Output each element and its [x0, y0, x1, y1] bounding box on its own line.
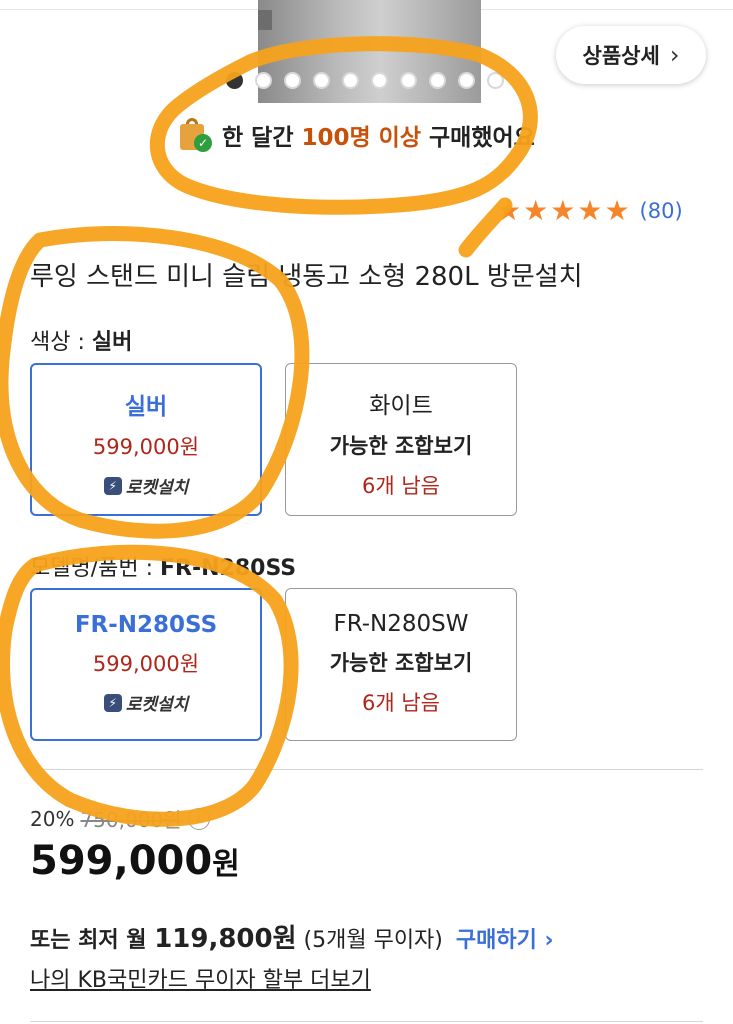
carousel-dot[interactable] — [226, 72, 243, 89]
product-detail-label: 상품상세 — [582, 44, 660, 68]
option-name: 화이트 — [369, 393, 433, 419]
star-icon: ★ — [604, 194, 630, 227]
option-name: FR-N280SS — [74, 612, 218, 638]
option-name: FR-N280SW — [333, 611, 469, 637]
review-count[interactable]: (80) — [640, 199, 683, 223]
carousel-dot[interactable] — [342, 72, 359, 89]
option-color-silver[interactable]: 실버 599,000원 ⚡ 로켓설치 — [30, 363, 262, 516]
chevron-right-icon: › — [669, 41, 680, 69]
carousel-dot[interactable] — [458, 72, 475, 89]
carousel-dot[interactable] — [313, 72, 330, 89]
carousel-dot[interactable] — [429, 72, 446, 89]
purchase-count-prefix: 한 달간 — [222, 125, 302, 151]
rocket-icon: ⚡ — [103, 476, 122, 495]
carousel-dot[interactable] — [487, 72, 504, 89]
star-icon: ★ — [577, 194, 603, 227]
final-price: 599,000원 — [30, 838, 240, 884]
option-model-fr-n280sw[interactable]: FR-N280SW 가능한 조합보기 6개 남음 — [285, 588, 517, 741]
carousel-dot[interactable] — [371, 72, 388, 89]
original-price: 750,000원 — [80, 808, 182, 832]
info-icon[interactable]: i — [187, 807, 210, 830]
product-detail-button[interactable]: 상품상세 › — [556, 26, 706, 84]
rocket-icon: ⚡ — [103, 693, 122, 712]
chevron-right-icon: › — [544, 928, 554, 953]
product-title: 루잉 스탠드 미니 슬림 냉동고 소형 280L 방문설치 — [30, 262, 583, 292]
option-combination-link: 가능한 조합보기 — [329, 651, 473, 675]
color-option-label: 색상 : 실버 — [30, 330, 133, 355]
option-price: 599,000원 — [92, 652, 200, 676]
purchase-count-highlight: 100명 이상 — [301, 125, 422, 151]
star-rating: ★ ★ ★ ★ ★ — [496, 196, 630, 226]
color-selected-value: 실버 — [91, 330, 133, 355]
image-carousel-indicator[interactable] — [226, 72, 504, 89]
carousel-dot[interactable] — [255, 72, 272, 89]
purchase-count-notice: ✓ 한 달간 100명 이상 구매했어요 — [178, 118, 535, 152]
star-icon: ★ — [550, 194, 576, 227]
rocket-install-badge: ⚡ 로켓설치 — [32, 473, 260, 498]
card-promo-link[interactable]: 나의 KB국민카드 무이자 할부 더보기 — [30, 962, 371, 994]
section-divider — [30, 769, 703, 770]
shopping-bag-check-icon: ✓ — [178, 118, 212, 152]
installment-amount: 119,800원 — [154, 924, 297, 954]
star-icon: ★ — [523, 194, 549, 227]
model-option-label: 모델명/품번 : FR-N280SS — [30, 556, 297, 581]
purchase-count-suffix: 구매했어요 — [421, 125, 535, 151]
option-model-fr-n280ss[interactable]: FR-N280SS 599,000원 ⚡ 로켓설치 — [30, 588, 262, 741]
rocket-install-badge: ⚡ 로켓설치 — [32, 690, 260, 715]
installment-info: 또는 최저 월 119,800원 (5개월 무이자) 구매하기 › — [30, 924, 554, 954]
option-combination-link: 가능한 조합보기 — [329, 434, 473, 458]
product-rating[interactable]: ★ ★ ★ ★ ★ (80) — [496, 196, 683, 226]
freezer-handle — [258, 10, 272, 30]
option-stock: 6개 남음 — [362, 691, 440, 715]
section-divider — [30, 1021, 703, 1022]
discount-rate: 20% — [30, 806, 75, 831]
carousel-dot[interactable] — [284, 72, 301, 89]
option-name: 실버 — [124, 394, 168, 420]
carousel-dot[interactable] — [400, 72, 417, 89]
discount-info: 20% 750,000원 i — [30, 804, 210, 833]
star-icon: ★ — [496, 194, 522, 227]
buy-now-link[interactable]: 구매하기 › — [456, 928, 554, 953]
model-selected-value: FR-N280SS — [160, 556, 297, 581]
option-price: 599,000원 — [92, 435, 200, 459]
option-color-white[interactable]: 화이트 가능한 조합보기 6개 남음 — [285, 363, 517, 516]
option-stock: 6개 남음 — [362, 474, 440, 498]
installment-terms: (5개월 무이자) — [296, 928, 450, 953]
